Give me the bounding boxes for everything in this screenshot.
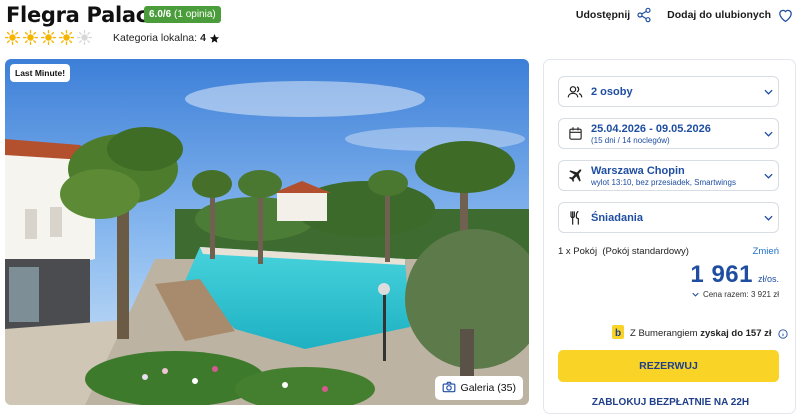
sun-icon-filled — [5, 30, 20, 45]
total-price-toggle[interactable]: Cena razem: 3 921 zł — [692, 290, 779, 299]
booking-panel: 2 osoby 25.04.2026 - 09.05.2026 (15 dni … — [543, 59, 796, 414]
calendar-icon — [559, 126, 591, 141]
boomerang-icon: b — [612, 325, 624, 342]
sun-icon-filled — [41, 30, 56, 45]
gallery-button[interactable]: Galeria (35) — [434, 376, 523, 400]
local-category-value: 4 — [200, 32, 206, 44]
favorite-label: Dodaj do ulubionych — [667, 9, 771, 21]
info-icon[interactable] — [777, 328, 788, 339]
chevron-down-icon — [758, 131, 778, 137]
rating-score: 6.0/6 — [149, 9, 172, 20]
last-minute-badge: Last Minute! — [10, 64, 71, 82]
flight-select[interactable]: Warszawa Chopin wylot 13:10, bez przesia… — [558, 160, 779, 191]
chevron-down-icon — [758, 173, 778, 179]
total-price: Cena razem: 3 921 zł — [702, 290, 779, 299]
heart-icon — [777, 7, 794, 23]
plane-icon — [559, 168, 591, 184]
chevron-down-icon — [758, 215, 778, 221]
boomerang-prefix: Z Bumerangiem — [630, 328, 698, 339]
sun-icon-filled — [23, 30, 38, 45]
reserve-button[interactable]: REZERWUJ — [558, 350, 779, 382]
guests-select[interactable]: 2 osoby — [558, 76, 779, 107]
sun-icon-filled — [59, 30, 74, 45]
hotel-name: Flegra Palace — [6, 3, 162, 27]
favorite-button[interactable]: Dodaj do ulubionych — [667, 7, 794, 23]
board-select[interactable]: Śniadania — [558, 202, 779, 233]
share-button[interactable]: Udostępnij — [576, 7, 652, 23]
room-summary: 1 x Pokój (Pokój standardowy) — [558, 246, 689, 257]
share-label: Udostępnij — [575, 9, 631, 21]
price-unit: zł/os. — [757, 274, 779, 284]
top-actions: Udostępnij Dodaj do ulubionych — [576, 7, 794, 23]
dates-sub: (15 dni / 14 noclegów) — [591, 135, 670, 145]
rating-badge[interactable]: 6.0/6 (1 opinia) — [144, 6, 221, 23]
boomerang-gain: zyskaj do 157 zł — [700, 328, 772, 339]
board-value: Śniadania — [591, 211, 643, 224]
gallery-button-label: Galeria (35) — [460, 382, 516, 394]
chevron-down-icon — [758, 89, 778, 95]
cutlery-icon — [559, 210, 591, 226]
dates-value: 25.04.2026 - 09.05.2026 — [591, 122, 711, 135]
price-value: 1 961 — [690, 261, 753, 288]
price: 1 961 zł/os. — [690, 261, 779, 289]
rating-reviews: (1 opinia) — [174, 9, 216, 20]
chevron-down-icon — [692, 292, 699, 297]
local-category: Kategoria lokalna: 4 — [113, 32, 220, 44]
boomerang-promo: b Z Bumerangiem zyskaj do 157 zł — [612, 325, 788, 342]
local-category-label: Kategoria lokalna: — [113, 32, 198, 44]
share-icon — [636, 7, 652, 23]
svg-text:b: b — [615, 328, 621, 339]
star-icon — [209, 33, 220, 44]
flight-value: Warszawa Chopin — [591, 164, 685, 177]
guests-value: 2 osoby — [591, 85, 633, 98]
block-free-link[interactable]: ZABLOKUJ BEZPŁATNIE NA 22H — [544, 397, 797, 408]
person-icon — [559, 84, 591, 100]
change-room-link[interactable]: Zmień — [753, 246, 779, 257]
sun-icon-empty — [77, 30, 92, 45]
flight-sub: wylot 13:10, bez przesiadek, Smartwings — [591, 177, 736, 187]
camera-icon — [442, 381, 456, 396]
hotel-gallery[interactable]: Last Minute! Galeria (35) — [5, 59, 529, 405]
hotel-offer-page: Flegra Palace 6.0/6 (1 opinia) Kategoria… — [0, 0, 800, 414]
dates-select[interactable]: 25.04.2026 - 09.05.2026 (15 dni / 14 noc… — [558, 118, 779, 149]
hotel-photo — [5, 59, 529, 405]
sun-rating — [5, 30, 92, 45]
